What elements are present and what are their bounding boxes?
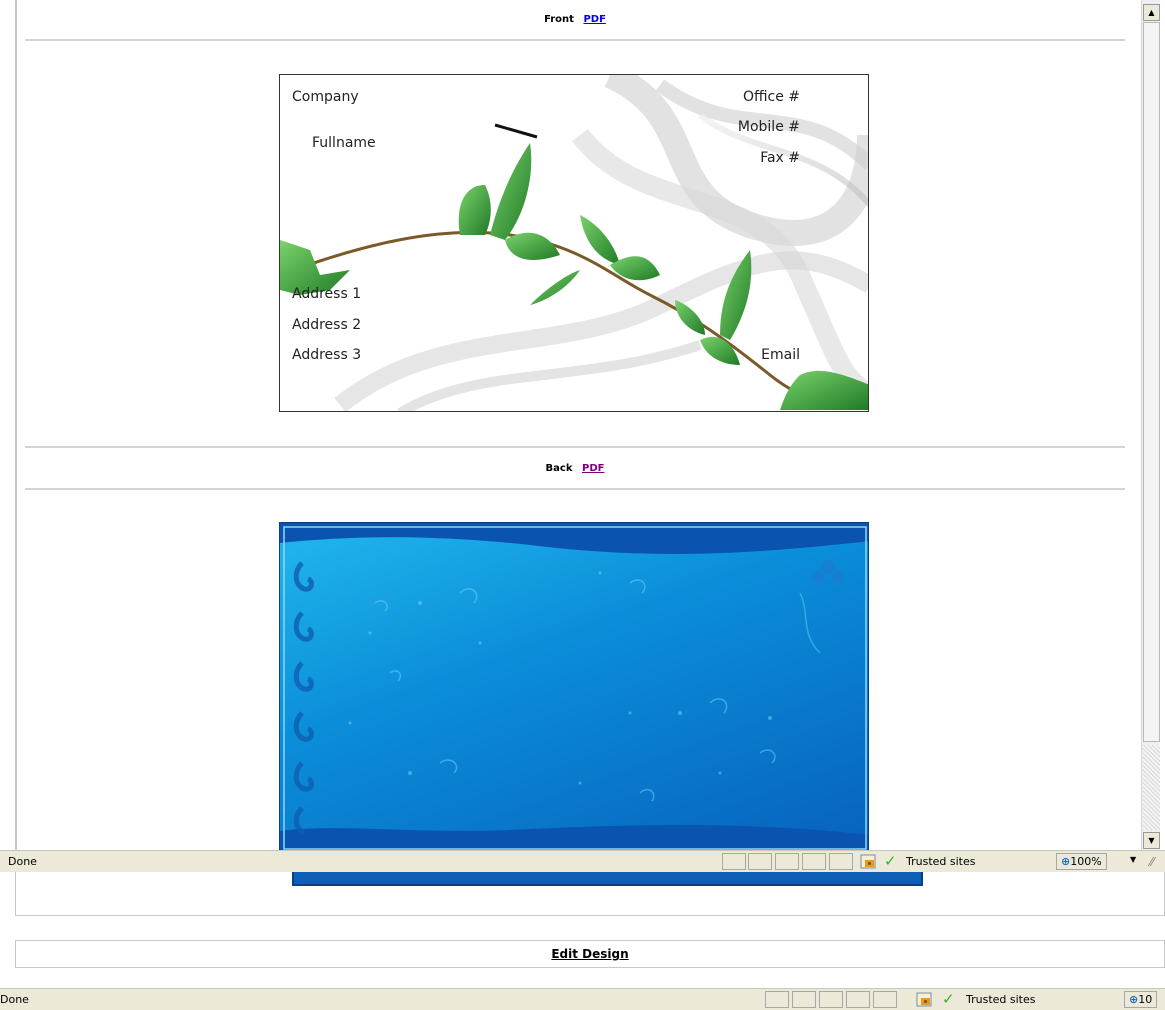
status-cell	[829, 853, 853, 870]
card-email: Email	[761, 347, 800, 363]
trusted-check-icon: ✓	[942, 990, 955, 1008]
divider	[25, 446, 1125, 448]
zone-label[interactable]: Trusted sites	[966, 993, 1036, 1006]
trusted-check-icon: ✓	[884, 852, 897, 870]
scroll-up-button[interactable]: ▲	[1143, 4, 1160, 21]
scroll-track[interactable]	[1143, 745, 1160, 830]
browser-viewport: Front PDF Company Fullname Office # Mobi…	[0, 0, 1165, 1010]
page-border	[15, 0, 17, 850]
scroll-thumb[interactable]	[1143, 22, 1160, 742]
status-bar: Done ✓ Trusted sites ⊕100% ▼ ⁄⁄	[0, 850, 1165, 872]
status-cell	[846, 991, 870, 1008]
status-cell	[802, 853, 826, 870]
card-address-1: Address 1	[292, 286, 362, 302]
card-company: Company	[292, 89, 359, 105]
status-cell	[765, 991, 789, 1008]
zoom-dropdown-icon[interactable]: ▼	[1130, 855, 1136, 864]
zoom-value: 100%	[1070, 855, 1102, 868]
zoom-control[interactable]: ⊕10	[1124, 991, 1158, 1008]
status-cell	[775, 853, 799, 870]
front-header: Front PDF	[25, 6, 1125, 36]
zoom-icon: ⊕	[1061, 855, 1071, 868]
business-card-front: Company Fullname Office # Mobile # Fax #…	[279, 74, 869, 412]
card-address-3: Address 3	[292, 347, 362, 363]
status-text: Done	[8, 855, 37, 868]
back-header: Back PDF	[25, 455, 1125, 485]
back-pdf-link[interactable]: PDF	[582, 463, 604, 474]
card-mobile: Mobile #	[737, 119, 800, 135]
security-lock-icon[interactable]	[916, 992, 932, 1007]
status-cell	[873, 991, 897, 1008]
front-title: Front	[544, 14, 574, 25]
zoom-value: 10	[1138, 993, 1153, 1006]
front-pdf-link[interactable]: PDF	[583, 14, 605, 25]
edit-design-link[interactable]: Edit Design	[551, 947, 628, 961]
status-cell	[819, 991, 843, 1008]
status-cell	[792, 991, 816, 1008]
card-fax: Fax #	[760, 150, 800, 166]
divider	[25, 39, 1125, 41]
resize-grip-icon[interactable]: ⁄⁄	[1150, 855, 1154, 869]
blue-swirl-artwork	[280, 523, 868, 851]
vertical-scrollbar[interactable]: ▲ ▼	[1141, 0, 1160, 850]
card-fullname: Fullname	[312, 135, 376, 151]
down-arrow-icon: ▼	[1148, 836, 1155, 845]
edit-design-bar: Edit Design	[15, 940, 1165, 968]
divider	[25, 488, 1125, 490]
zone-label[interactable]: Trusted sites	[906, 855, 976, 868]
zoom-control[interactable]: ⊕100%	[1056, 853, 1107, 870]
security-lock-icon[interactable]	[860, 854, 876, 869]
status-cell	[748, 853, 772, 870]
card-office: Office #	[742, 89, 800, 105]
zoom-icon: ⊕	[1129, 993, 1139, 1006]
up-arrow-icon: ▲	[1148, 8, 1155, 17]
scroll-down-button[interactable]: ▼	[1143, 832, 1160, 849]
back-title: Back	[545, 463, 573, 474]
card-address-2: Address 2	[292, 317, 362, 333]
business-card-back	[279, 522, 869, 852]
status-bar-bottom: Done ✓ Trusted sites ⊕10	[0, 988, 1165, 1010]
status-text: Done	[0, 993, 29, 1006]
status-cell	[722, 853, 746, 870]
